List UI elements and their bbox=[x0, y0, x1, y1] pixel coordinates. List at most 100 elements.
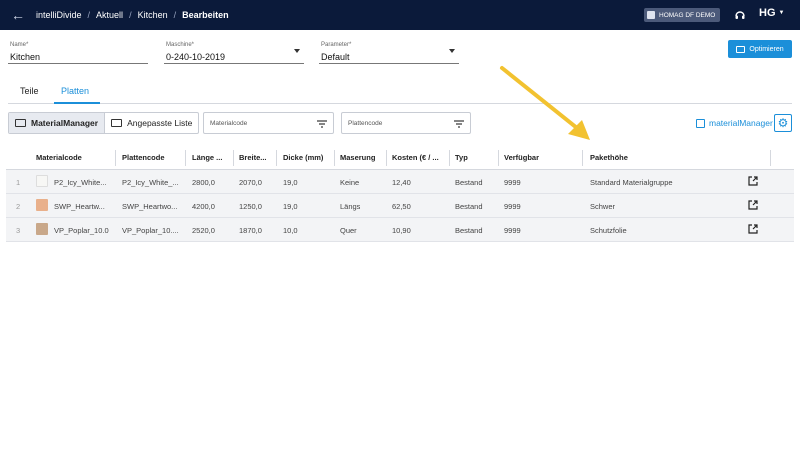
table-row[interactable]: 3 VP_Poplar_10.0 VP_Poplar_10.... 2520,0… bbox=[6, 218, 794, 242]
tenant-badge[interactable]: HOMAG DF DEMO bbox=[644, 8, 721, 22]
user-menu[interactable]: HG ▼ bbox=[759, 7, 784, 19]
cell-length: 2520,0 bbox=[192, 226, 215, 235]
gear-icon: ⚙ bbox=[777, 116, 789, 130]
column-header-length[interactable]: Länge ... bbox=[192, 153, 234, 162]
tab-parts[interactable]: Teile bbox=[20, 86, 39, 96]
cell-board-code: VP_Poplar_10.... bbox=[122, 226, 179, 235]
breadcrumb-separator: / bbox=[129, 10, 132, 20]
column-divider[interactable] bbox=[276, 150, 277, 166]
open-external-icon[interactable] bbox=[748, 200, 758, 210]
material-manager-toggle-label: MaterialManager bbox=[31, 118, 99, 128]
cell-cost: 12,40 bbox=[392, 178, 411, 187]
machine-select[interactable]: Maschine* 0-240-10-2019 bbox=[164, 40, 304, 64]
row-index: 3 bbox=[16, 226, 21, 235]
name-field[interactable]: Name* Kitchen bbox=[8, 40, 148, 64]
breadcrumb: intelliDivide / Aktuell / Kitchen / Bear… bbox=[36, 10, 229, 20]
cell-grain: Quer bbox=[340, 226, 357, 235]
building-icon bbox=[647, 11, 655, 19]
edit-list-icon bbox=[111, 119, 123, 127]
cell-thickness: 19,0 bbox=[283, 178, 298, 187]
cell-width: 1870,0 bbox=[239, 226, 262, 235]
material-swatch bbox=[36, 199, 48, 211]
name-label: Name* bbox=[10, 42, 29, 48]
column-divider[interactable] bbox=[185, 150, 186, 166]
table-row[interactable]: 1 P2_Icy_White... P2_Icy_White_... 2800,… bbox=[6, 170, 794, 194]
parameter-select[interactable]: Parameter* Default bbox=[319, 40, 459, 64]
cell-material-code: P2_Icy_White... bbox=[54, 178, 107, 187]
custom-list-toggle[interactable]: Angepasste Liste bbox=[105, 113, 198, 133]
column-divider[interactable] bbox=[582, 150, 583, 166]
cell-thickness: 19,0 bbox=[283, 202, 298, 211]
table-row[interactable]: 2 SWP_Heartw... SWP_Heartwo... 4200,0 12… bbox=[6, 194, 794, 218]
material-swatch bbox=[36, 223, 48, 235]
settings-button[interactable]: ⚙ bbox=[774, 114, 792, 132]
active-tab-indicator bbox=[54, 102, 100, 104]
material-code-filter-placeholder: Materialcode bbox=[210, 120, 248, 127]
open-external-icon[interactable] bbox=[748, 176, 758, 186]
column-header-type[interactable]: Typ bbox=[455, 153, 495, 162]
cell-width: 2070,0 bbox=[239, 178, 262, 187]
breadcrumb-item-current[interactable]: Aktuell bbox=[96, 10, 123, 20]
headset-icon[interactable] bbox=[734, 9, 746, 21]
machine-label: Maschine* bbox=[166, 42, 195, 48]
column-header-width[interactable]: Breite... bbox=[239, 153, 277, 162]
filter-icon[interactable] bbox=[454, 120, 464, 128]
column-divider[interactable] bbox=[770, 150, 771, 166]
board-code-filter[interactable]: Plattencode bbox=[341, 112, 471, 134]
row-index: 2 bbox=[16, 202, 21, 211]
breadcrumb-item-app[interactable]: intelliDivide bbox=[36, 10, 82, 20]
row-index: 1 bbox=[16, 178, 21, 187]
breadcrumb-item-kitchen[interactable]: Kitchen bbox=[138, 10, 168, 20]
column-header-thickness[interactable]: Dicke (mm) bbox=[283, 153, 335, 162]
parameter-value: Default bbox=[321, 52, 350, 62]
machine-value: 0-240-10-2019 bbox=[166, 52, 226, 62]
top-bar: ← intelliDivide / Aktuell / Kitchen / Be… bbox=[0, 0, 800, 30]
caret-down-icon: ▼ bbox=[778, 10, 785, 16]
column-header-package-height[interactable]: Pakethöhe bbox=[590, 153, 710, 162]
tab-boards[interactable]: Platten bbox=[61, 86, 89, 96]
monitor-icon bbox=[15, 119, 26, 127]
column-divider[interactable] bbox=[233, 150, 234, 166]
cell-package-height: Schwer bbox=[590, 202, 616, 211]
column-header-available[interactable]: Verfügbar bbox=[504, 153, 574, 162]
column-header-cost[interactable]: Kosten (€ / ... bbox=[392, 153, 448, 162]
column-divider[interactable] bbox=[386, 150, 387, 166]
cell-material-code: SWP_Heartw... bbox=[54, 202, 105, 211]
cell-board-code: SWP_Heartwo... bbox=[122, 202, 178, 211]
cell-length: 4200,0 bbox=[192, 202, 215, 211]
column-header-board-code[interactable]: Plattencode bbox=[122, 153, 184, 162]
chevron-down-icon bbox=[449, 49, 455, 53]
breadcrumb-separator: / bbox=[87, 10, 91, 20]
open-external-icon[interactable] bbox=[748, 224, 758, 234]
filter-icon[interactable] bbox=[317, 120, 327, 128]
column-divider[interactable] bbox=[334, 150, 335, 166]
cell-package-height: Schutzfolie bbox=[590, 226, 627, 235]
table-header: Materialcode Plattencode Länge ... Breit… bbox=[6, 146, 794, 170]
column-divider[interactable] bbox=[115, 150, 116, 166]
column-header-grain[interactable]: Maserung bbox=[340, 153, 386, 162]
optimize-button[interactable]: Optimieren bbox=[728, 40, 792, 58]
material-manager-link-label: materialManager bbox=[709, 118, 773, 128]
column-header-material-code[interactable]: Materialcode bbox=[36, 153, 116, 162]
column-divider[interactable] bbox=[449, 150, 450, 166]
material-manager-toggle[interactable]: MaterialManager bbox=[9, 113, 106, 133]
cell-cost: 62,50 bbox=[392, 202, 411, 211]
tenant-label: HOMAG DF DEMO bbox=[659, 11, 716, 19]
back-arrow-icon[interactable]: ← bbox=[0, 7, 36, 23]
cell-available: 9999 bbox=[504, 178, 521, 187]
cell-type: Bestand bbox=[455, 202, 483, 211]
cell-length: 2800,0 bbox=[192, 178, 215, 187]
material-code-filter[interactable]: Materialcode bbox=[203, 112, 334, 134]
parameter-label: Parameter* bbox=[321, 42, 352, 48]
custom-list-toggle-label: Angepasste Liste bbox=[127, 118, 193, 128]
annotation-arrow bbox=[500, 66, 590, 140]
cell-thickness: 10,0 bbox=[283, 226, 298, 235]
name-value: Kitchen bbox=[10, 52, 41, 62]
material-manager-link[interactable]: materialManager bbox=[696, 118, 773, 128]
cell-package-height: Standard Materialgruppe bbox=[590, 178, 673, 187]
column-divider[interactable] bbox=[498, 150, 499, 166]
cell-type: Bestand bbox=[455, 178, 483, 187]
optimize-icon bbox=[736, 45, 746, 53]
tab-bar: Teile Platten bbox=[8, 82, 792, 104]
cell-width: 1250,0 bbox=[239, 202, 262, 211]
